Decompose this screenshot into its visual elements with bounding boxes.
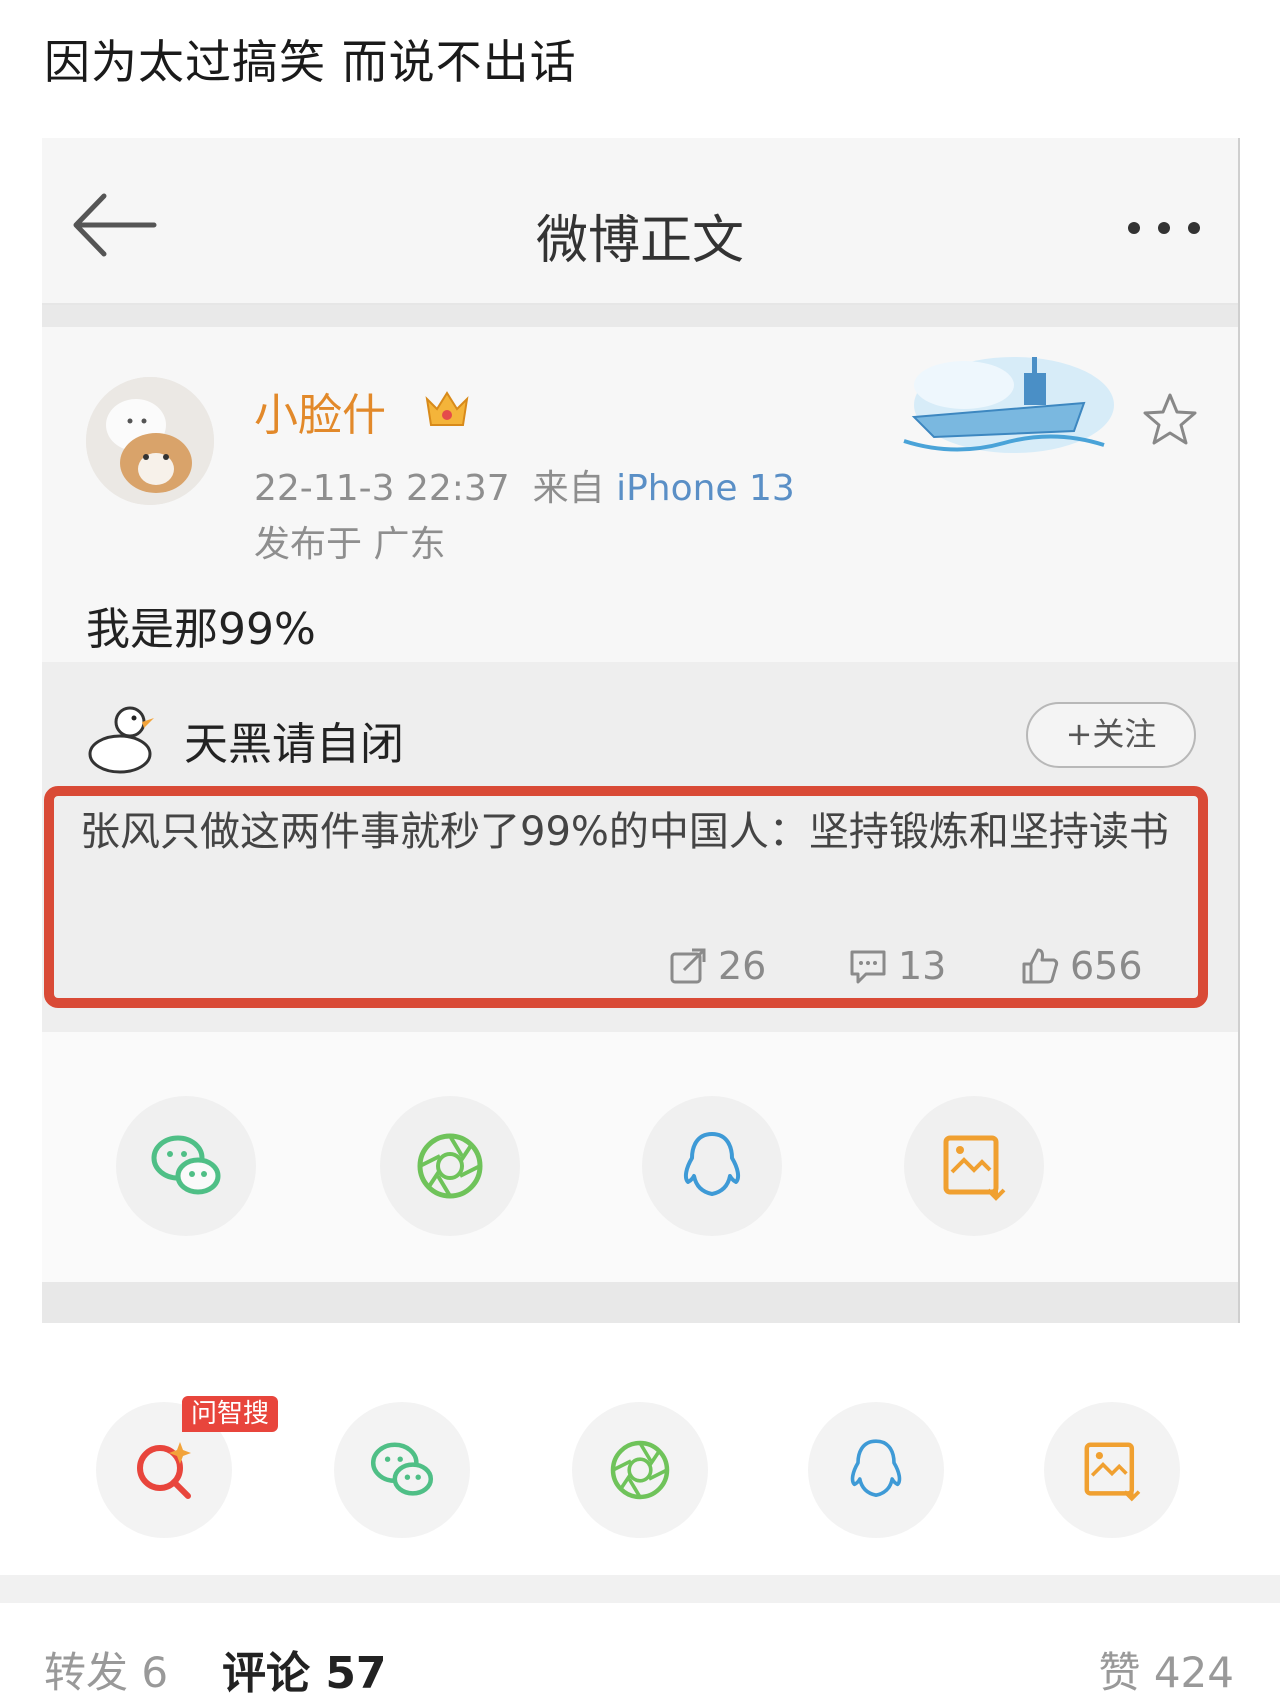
post-source-prefix: 来自 xyxy=(532,468,605,509)
footer-tabs: 转发 6 评论 57 赞 424 xyxy=(0,1603,1280,1708)
follow-button[interactable]: +关注 xyxy=(1026,702,1196,768)
favorite-star-icon[interactable] xyxy=(1140,389,1200,449)
share-qq-button[interactable] xyxy=(808,1402,944,1538)
comment-icon xyxy=(850,950,886,984)
share-wechat-button[interactable] xyxy=(116,1096,256,1236)
repost-count[interactable]: 26 xyxy=(668,944,766,988)
comment-count[interactable]: 13 xyxy=(848,944,946,988)
post-device[interactable]: iPhone 13 xyxy=(616,468,795,509)
save-image-button[interactable] xyxy=(1044,1402,1180,1538)
divider xyxy=(0,1575,1280,1603)
repost-username[interactable]: 天黑请自闭 xyxy=(184,708,404,772)
thumbs-up-icon xyxy=(1022,948,1059,984)
tab-repost[interactable]: 转发 6 xyxy=(44,1639,168,1700)
save-image-icon xyxy=(943,1135,1006,1201)
embedded-weibo-screenshot: 微博正文 小脸什 22-11-3 22:37 来自 iPhone 13 发布于 … xyxy=(42,138,1240,1323)
aircraft-carrier-decoration-icon xyxy=(903,357,1114,453)
post-meta: 22-11-3 22:37 来自 iPhone 13 xyxy=(254,459,795,511)
save-image-button[interactable] xyxy=(904,1096,1044,1236)
share-wechat-button[interactable] xyxy=(334,1402,470,1538)
share-moments-button[interactable] xyxy=(572,1402,708,1538)
qq-icon xyxy=(683,1132,741,1196)
post-datetime: 22-11-3 22:37 xyxy=(254,468,510,509)
like-count[interactable]: 656 xyxy=(1020,944,1143,988)
save-image-icon xyxy=(1084,1442,1141,1502)
reposted-content[interactable]: 天黑请自闭 +关注 张风只做这两件事就秒了99%的中国人：坚持锻炼和坚持读书 2… xyxy=(42,662,1238,1032)
repost-count-value: 26 xyxy=(718,944,767,988)
original-post: 小脸什 22-11-3 22:37 来自 iPhone 13 发布于 广东 我是… xyxy=(42,327,1238,662)
share-qq-button[interactable] xyxy=(642,1096,782,1236)
crown-badge-icon xyxy=(425,391,469,426)
repost-icon xyxy=(670,948,706,984)
divider xyxy=(42,1282,1238,1323)
ai-search-badge: 问智搜 xyxy=(182,1396,278,1432)
like-count-value: 656 xyxy=(1070,944,1143,988)
divider xyxy=(42,305,1238,327)
post-text: 我是那99% xyxy=(86,604,316,655)
tab-comment[interactable]: 评论 57 xyxy=(222,1637,387,1701)
more-options-icon[interactable] xyxy=(1124,218,1204,238)
page-title: 微博正文 xyxy=(535,211,744,271)
wechat-icon xyxy=(370,1442,434,1496)
moments-icon xyxy=(610,1440,670,1500)
comment-count-value: 13 xyxy=(898,944,947,988)
repost-text: 张风只做这两件事就秒了99%的中国人：坚持锻炼和坚持读书 xyxy=(80,809,1169,855)
qq-icon xyxy=(850,1439,902,1497)
post-username[interactable]: 小脸什 xyxy=(254,379,386,443)
tab-like[interactable]: 赞 424 xyxy=(1098,1639,1234,1700)
wechat-icon xyxy=(151,1135,221,1195)
post-location: 发布于 广东 xyxy=(254,524,446,565)
moments-icon xyxy=(417,1133,483,1199)
nav-bar: 微博正文 xyxy=(42,138,1238,305)
avatar[interactable] xyxy=(86,377,214,505)
ai-search-icon xyxy=(137,1442,191,1499)
post-caption: 因为太过搞笑 而说不出话 xyxy=(44,35,577,89)
share-row xyxy=(42,1032,1238,1307)
duck-avatar-icon[interactable] xyxy=(84,698,156,776)
share-moments-button[interactable] xyxy=(380,1096,520,1236)
